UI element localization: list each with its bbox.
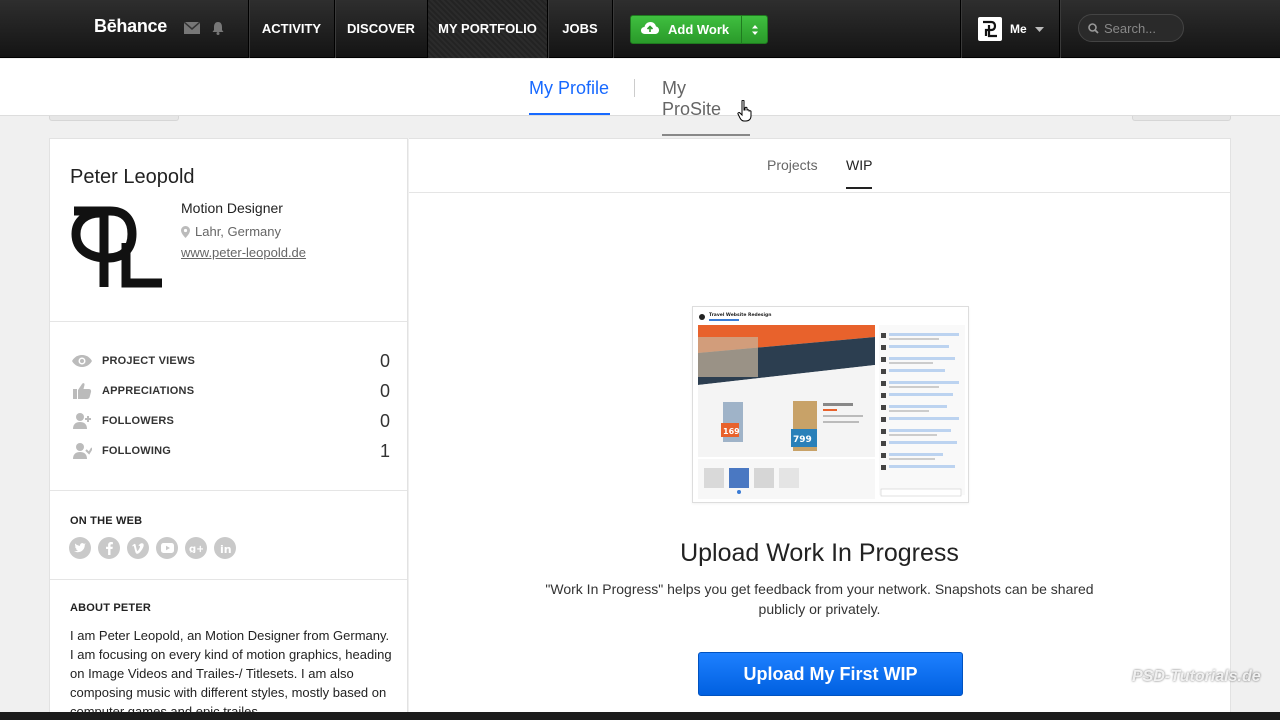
location-text: Lahr, Germany (195, 224, 281, 239)
upload-first-wip-button[interactable]: Upload My First WIP (698, 652, 963, 696)
svg-text:799: 799 (793, 435, 812, 445)
add-work-button[interactable]: Add Work (630, 15, 768, 44)
profile-website-link[interactable]: www.peter-leopold.de (181, 245, 306, 260)
stat-label: FOLLOWERS (102, 415, 175, 427)
wip-preview-image: Travel Website Redesign 169 799 (692, 306, 969, 503)
sidebar-divider (50, 579, 407, 580)
nav-jobs[interactable]: JOBS (548, 0, 612, 58)
search-box[interactable] (1078, 14, 1184, 42)
add-work-label: Add Work (668, 22, 730, 37)
tab-projects[interactable]: Projects (767, 157, 818, 187)
stat-appreciations: APPRECIATIONS 0 (70, 380, 390, 402)
sidebar-divider (50, 490, 407, 491)
stat-label: APPRECIATIONS (102, 385, 195, 397)
svg-text:169: 169 (723, 427, 740, 436)
profile-role: Motion Designer (181, 200, 283, 216)
stat-value: 0 (379, 380, 390, 401)
twitter-icon[interactable] (69, 537, 91, 559)
user-follow-icon (70, 441, 94, 461)
sort-arrows-icon (751, 24, 758, 35)
about-text: I am Peter Leopold, an Motion Designer f… (70, 628, 392, 719)
main-panel: Projects WIP Travel Website Redesign 169… (409, 138, 1231, 720)
youtube-icon[interactable] (156, 537, 178, 559)
tab-wip[interactable]: WIP (846, 157, 873, 189)
watermark-text: PSD-Tutorials.de (1132, 668, 1261, 685)
hand-cursor-icon (737, 99, 753, 122)
nav-activity[interactable]: ACTIVITY (249, 0, 334, 58)
stat-following: FOLLOWING 1 (70, 440, 390, 462)
linkedin-icon[interactable]: in (214, 537, 236, 559)
cloud-upload-icon (640, 21, 660, 38)
facebook-icon[interactable] (98, 537, 120, 559)
preview-title: Travel Website Redesign (709, 312, 771, 318)
stat-value: 0 (379, 410, 390, 431)
psd-tutorials-watermark: PSD-Tutorials.de (1088, 657, 1261, 697)
nav-divider (960, 0, 961, 58)
stat-value: 0 (379, 350, 390, 371)
subnav-divider (634, 79, 635, 97)
thumbs-up-icon (70, 381, 94, 401)
bell-icon[interactable] (210, 20, 226, 36)
nav-discover[interactable]: DISCOVER (335, 0, 427, 58)
user-menu[interactable]: Me (978, 17, 1044, 41)
vimeo-icon[interactable] (127, 537, 149, 559)
sidebar-divider (50, 321, 407, 322)
search-input[interactable] (1104, 20, 1176, 36)
top-navigation-bar: Bēhance ACTIVITY DISCOVER MY PORTFOLIO J… (0, 0, 1280, 58)
tab-my-profile[interactable]: My Profile (529, 78, 610, 115)
stat-followers: FOLLOWERS 0 (70, 410, 390, 432)
about-title: ABOUT PETER (70, 602, 152, 614)
profile-location: Lahr, Germany (181, 224, 281, 239)
stat-value: 1 (379, 440, 390, 461)
google-plus-icon[interactable]: g+ (185, 537, 207, 559)
on-the-web-title: ON THE WEB (70, 515, 143, 527)
svg-text:in: in (220, 543, 231, 554)
mail-icon[interactable] (184, 20, 200, 36)
butterfly-logo-icon (1090, 663, 1126, 694)
bottom-edge-bar (0, 712, 1280, 720)
svg-text:g+: g+ (189, 544, 203, 553)
hidden-toolbar-edge (1132, 116, 1231, 121)
upload-wip-title: Upload Work In Progress (680, 539, 959, 567)
user-add-icon (70, 411, 94, 431)
profile-sidebar: Peter Leopold Motion Designer Lahr, Germ… (49, 138, 408, 720)
nav-my-portfolio[interactable]: MY PORTFOLIO (428, 0, 547, 58)
hidden-toolbar-edge (49, 116, 179, 121)
profile-avatar (70, 201, 164, 295)
nav-divider (1059, 0, 1060, 58)
profile-name: Peter Leopold (70, 166, 195, 188)
add-work-main[interactable]: Add Work (631, 16, 741, 43)
content-tabs: Projects WIP (409, 139, 1230, 193)
chevron-down-icon (1034, 26, 1044, 32)
stat-label: FOLLOWING (102, 445, 172, 457)
stat-project-views: PROJECT VIEWS 0 (70, 350, 390, 372)
nav-divider (612, 0, 613, 58)
me-label: Me (1010, 22, 1027, 36)
profile-subnav (0, 59, 1280, 116)
search-icon (1088, 22, 1099, 34)
eye-icon (70, 351, 94, 371)
upload-wip-description: "Work In Progress" helps you get feedbac… (545, 581, 1094, 617)
behance-logo[interactable]: Bēhance (94, 16, 167, 37)
stat-label: PROJECT VIEWS (102, 355, 196, 367)
add-work-dropdown[interactable] (741, 16, 767, 43)
social-links: g+ in (69, 537, 236, 559)
location-pin-icon (181, 225, 190, 238)
user-avatar (978, 17, 1002, 41)
